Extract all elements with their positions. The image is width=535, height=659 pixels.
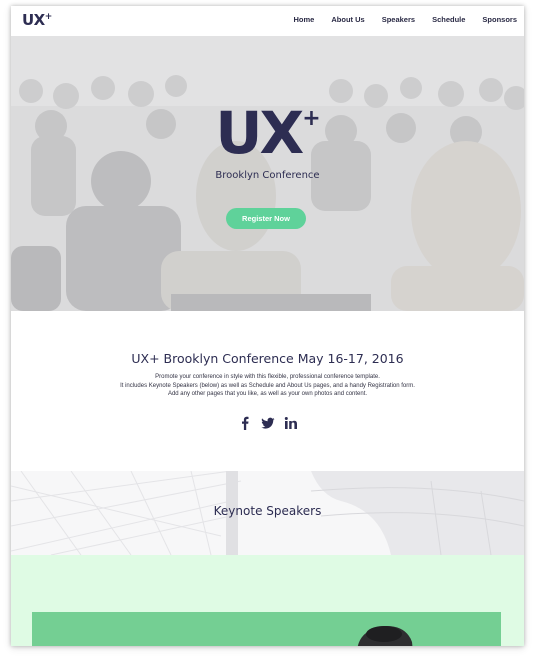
hero-logo: UX+ [11,104,524,162]
nav-link-about-us[interactable]: About Us [331,15,364,24]
register-now-button[interactable]: Register Now [226,208,306,229]
intro-line-2: It includes Keynote Speakers (below) as … [120,382,415,389]
site-logo[interactable]: UX+ [22,11,52,29]
intro-line-3: Add any other pages that you like, as we… [167,391,368,397]
browser-frame: UX+ Home About Us Speakers Schedule Spon… [11,6,524,646]
nav-link-speakers[interactable]: Speakers [382,15,415,24]
intro-text: Promote your conference in style with th… [11,373,524,399]
hero-title: UX [215,99,304,167]
logo-text: UX [22,11,45,29]
hero-subtitle: Brooklyn Conference [215,170,320,181]
facebook-icon[interactable] [238,416,252,430]
linkedin-icon[interactable] [284,416,298,430]
hero-section: UX+ Brooklyn Conference Register Now [11,36,524,311]
social-links [11,416,524,430]
hero-title-plus: + [302,106,321,131]
speaker-card [32,612,501,646]
top-navigation: UX+ Home About Us Speakers Schedule Spon… [11,6,524,36]
speakers-section [11,555,524,646]
keynote-speakers-heading: Keynote Speakers [213,504,322,518]
logo-plus: + [44,12,53,22]
nav-link-home[interactable]: Home [294,15,315,24]
nav-link-schedule[interactable]: Schedule [432,15,465,24]
nav-links: Home About Us Speakers Schedule Sponsors [294,15,517,24]
intro-title: UX+ Brooklyn Conference May 16-17, 2016 [131,351,404,366]
twitter-icon[interactable] [260,416,275,430]
intro-line-1: Promote your conference in style with th… [155,374,380,380]
keynote-banner: Keynote Speakers [11,471,524,555]
nav-link-sponsors[interactable]: Sponsors [482,15,517,24]
speaker-photo [32,612,501,646]
